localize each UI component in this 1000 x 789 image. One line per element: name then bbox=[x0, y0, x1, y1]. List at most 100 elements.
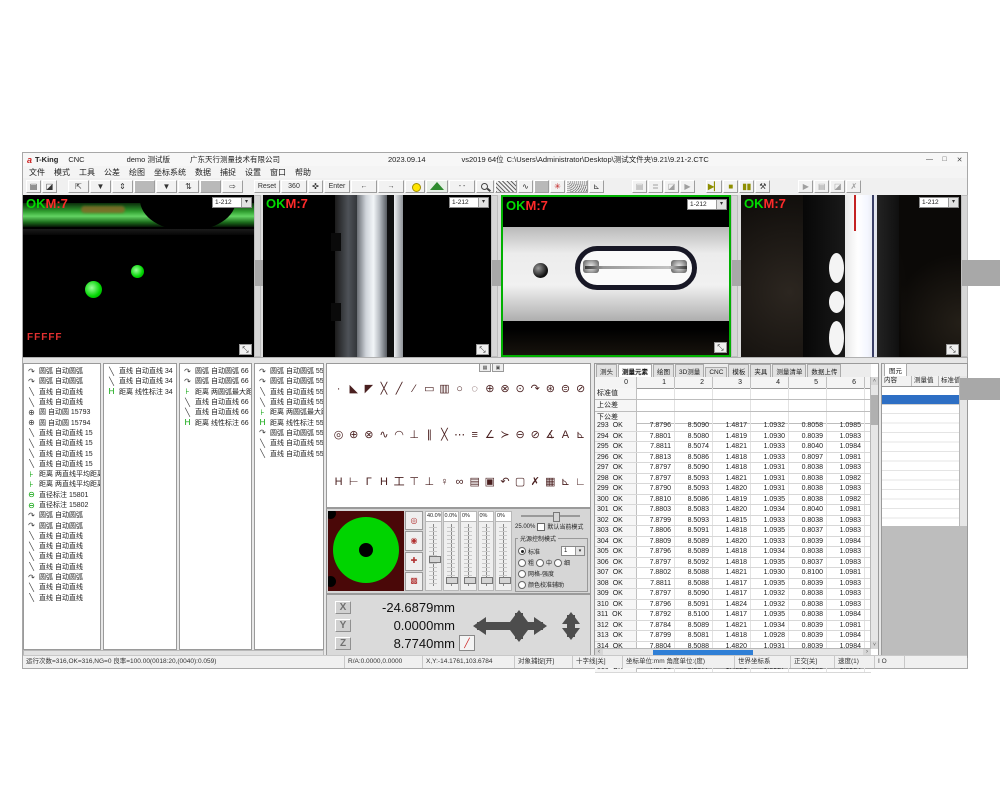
toolbar-button[interactable]: ▤ bbox=[26, 180, 41, 193]
resize-handle-icon[interactable]: ⤡ bbox=[714, 342, 727, 353]
toolbar-button[interactable]: ◪ bbox=[42, 180, 57, 193]
feature-item[interactable]: ╲直线 自动直线 66 bbox=[180, 407, 251, 417]
menu-item[interactable]: 模式 bbox=[54, 167, 70, 178]
measure-tool-icon[interactable]: ▢ bbox=[513, 469, 528, 495]
table-row[interactable]: 303OK 7.8806 8.5091 1.4818 1.0935 0.8037… bbox=[595, 526, 871, 537]
table-row[interactable]: 311OK 7.8792 8.5100 1.4817 1.0935 0.8038… bbox=[595, 610, 871, 621]
measure-tool-icon[interactable]: ⊾ bbox=[573, 422, 588, 448]
table-row[interactable]: 301OK 7.8803 8.5083 1.4820 1.0934 0.8040… bbox=[595, 505, 871, 516]
feature-item[interactable]: ⊦距离 两圆弧最大距离 bbox=[255, 407, 323, 417]
feature-list-4[interactable]: ↷圆弧 自动圆弧 55↷圆弧 自动圆弧 55╲直线 自动直线 55╲直线 自动直… bbox=[254, 363, 324, 650]
slider-thumb[interactable] bbox=[481, 577, 493, 584]
status-segment[interactable]: 十字线[关] bbox=[573, 656, 623, 668]
resize-handle-icon[interactable]: ⤡ bbox=[946, 344, 959, 355]
feature-item[interactable]: ╲直线 自动直线 bbox=[24, 387, 100, 397]
jog-z-arrow-icon[interactable] bbox=[567, 615, 575, 637]
table-row[interactable]: 309OK 7.8797 8.5090 1.4817 1.0932 0.8038… bbox=[595, 589, 871, 600]
feature-item[interactable]: ╲直线 自动直线 15 bbox=[24, 438, 100, 448]
selected-row[interactable] bbox=[882, 395, 960, 405]
feature-item[interactable]: ↷圆弧 自动圆弧 55 bbox=[255, 376, 323, 386]
toolbar-button[interactable] bbox=[696, 180, 705, 193]
menu-item[interactable]: 窗口 bbox=[270, 167, 286, 178]
measure-tool-icon[interactable]: ◠ bbox=[392, 422, 407, 448]
menu-item[interactable]: 公差 bbox=[104, 167, 120, 178]
feature-item[interactable]: ↷圆弧 自动圆弧 bbox=[24, 366, 100, 376]
table-row[interactable]: 299OK 7.8790 8.5093 1.4820 1.0931 0.8038… bbox=[595, 484, 871, 495]
light-channel-slider[interactable]: 0% bbox=[478, 511, 495, 591]
standard-radio[interactable] bbox=[518, 547, 526, 555]
slider-thumb[interactable] bbox=[464, 577, 476, 584]
toolbar-button[interactable] bbox=[426, 180, 448, 193]
fine-radio[interactable] bbox=[554, 559, 562, 567]
table-row[interactable]: 295OK 7.8811 8.5074 1.4821 1.0933 0.8040… bbox=[595, 442, 871, 453]
feature-item[interactable]: ╲直线 自动直线 bbox=[24, 582, 100, 592]
measure-tool-icon[interactable]: ↶ bbox=[497, 469, 512, 495]
measure-tool-icon[interactable]: ▤ bbox=[467, 469, 482, 495]
measure-tool-icon[interactable]: ▣ bbox=[482, 469, 497, 495]
element-scrollbar[interactable] bbox=[959, 376, 967, 526]
camera-image-3[interactable]: OKM:7 1-212▾ ⤡ bbox=[501, 195, 731, 357]
menu-item[interactable]: 数据 bbox=[195, 167, 211, 178]
table-row[interactable]: 306OK 7.8797 8.5092 1.4818 1.0935 0.8037… bbox=[595, 558, 871, 569]
toolbar-button[interactable]: ⊾ bbox=[589, 180, 604, 193]
measure-tool-icon[interactable]: ⊙ bbox=[513, 376, 528, 402]
feature-list-2[interactable]: ╲直线 自动直线 34╲直线 自动直线 34Η距离 线性标注 34 bbox=[103, 363, 177, 650]
measure-tool-icon[interactable]: ⊘ bbox=[573, 376, 588, 402]
table-row[interactable]: 310OK 7.8796 8.5091 1.4824 1.0932 0.8038… bbox=[595, 600, 871, 611]
column-header[interactable]: 0 bbox=[595, 377, 637, 388]
table-row[interactable]: 294OK 7.8801 8.5080 1.4819 1.0930 0.8039… bbox=[595, 432, 871, 443]
toolbar-button[interactable] bbox=[134, 180, 155, 193]
toolbar-button[interactable]: ⇱ bbox=[68, 180, 89, 193]
menu-item[interactable]: 文件 bbox=[29, 167, 45, 178]
toolbar-button[interactable]: Reset bbox=[254, 180, 280, 193]
table-tab[interactable]: 夹具 bbox=[750, 364, 771, 377]
table-tab[interactable]: 测头 bbox=[596, 364, 617, 377]
measure-tool-icon[interactable]: ⁄ bbox=[407, 376, 422, 402]
column-header[interactable]: 1 bbox=[637, 377, 675, 388]
color-calib-radio[interactable] bbox=[518, 581, 526, 589]
level-select[interactable]: 1▾ bbox=[561, 546, 585, 556]
camera-range-dropdown[interactable]: 1-212▾ bbox=[449, 197, 489, 208]
slider-thumb[interactable] bbox=[499, 577, 511, 584]
measure-tool-icon[interactable]: ♀ bbox=[437, 469, 452, 495]
jog-diagonal-button[interactable]: ╱ bbox=[459, 635, 475, 651]
element-rows[interactable] bbox=[882, 395, 960, 526]
light-mode-button[interactable]: ▩ bbox=[405, 572, 423, 591]
toolbar-button[interactable]: → bbox=[378, 180, 404, 193]
measure-tool-icon[interactable]: ╳ bbox=[376, 376, 391, 402]
measure-tool-icon[interactable]: ∟ bbox=[573, 469, 588, 495]
column-header[interactable]: 6 bbox=[827, 377, 865, 388]
feature-item[interactable]: ↷圆弧 自动圆弧 66 bbox=[180, 366, 251, 376]
feature-item[interactable]: Η距离 线性标注 55 bbox=[255, 417, 323, 427]
measure-tool-icon[interactable]: ⊤ bbox=[407, 469, 422, 495]
toolbar-button[interactable] bbox=[476, 180, 494, 193]
feature-item[interactable]: ⊖直径标注 15801 bbox=[24, 490, 100, 500]
measure-tool-icon[interactable]: ∞ bbox=[452, 469, 467, 495]
feature-item[interactable]: ╲直线 自动直线 55 bbox=[255, 387, 323, 397]
toolbar-button[interactable]: ▤ bbox=[632, 180, 647, 193]
measure-tool-icon[interactable]: A bbox=[558, 422, 573, 448]
default-mode-checkbox[interactable] bbox=[537, 523, 545, 531]
column-header[interactable]: 4 bbox=[751, 377, 789, 388]
table-tab[interactable]: 测量元素 bbox=[618, 364, 652, 377]
slider-thumb[interactable] bbox=[446, 577, 458, 584]
palette-mini-button[interactable]: ▦ bbox=[479, 363, 491, 372]
menu-item[interactable]: 捕捉 bbox=[220, 167, 236, 178]
measure-tool-icon[interactable]: ○ bbox=[452, 376, 467, 402]
toolbar-button[interactable]: ⚒ bbox=[755, 180, 770, 193]
measure-tool-icon[interactable]: ∥ bbox=[422, 422, 437, 448]
measure-tool-icon[interactable]: ≡ bbox=[467, 422, 482, 448]
toolbar-button[interactable] bbox=[495, 180, 517, 193]
feature-list-3[interactable]: ↷圆弧 自动圆弧 66↷圆弧 自动圆弧 66⊦距离 两圆弧最大距离╲直线 自动直… bbox=[179, 363, 252, 650]
feature-item[interactable]: ╲直线 自动直线 34 bbox=[104, 366, 176, 376]
feature-item[interactable]: ⊕圆 自动圆 15793 bbox=[24, 407, 100, 417]
measure-tool-icon[interactable]: ↷ bbox=[528, 376, 543, 402]
measure-tool-icon[interactable]: ⊕ bbox=[346, 422, 361, 448]
feature-item[interactable]: ↷圆弧 自动圆弧 55 bbox=[255, 366, 323, 376]
status-segment[interactable]: 正交[关] bbox=[791, 656, 835, 668]
slider-thumb[interactable] bbox=[553, 512, 560, 522]
medium-radio[interactable] bbox=[536, 559, 544, 567]
feature-item[interactable]: ⊦距离 两圆弧最大距离 bbox=[180, 387, 251, 397]
element-column-header[interactable]: 测量值 bbox=[912, 376, 939, 386]
feature-item[interactable]: ╲直线 自动直线 15 bbox=[24, 448, 100, 458]
